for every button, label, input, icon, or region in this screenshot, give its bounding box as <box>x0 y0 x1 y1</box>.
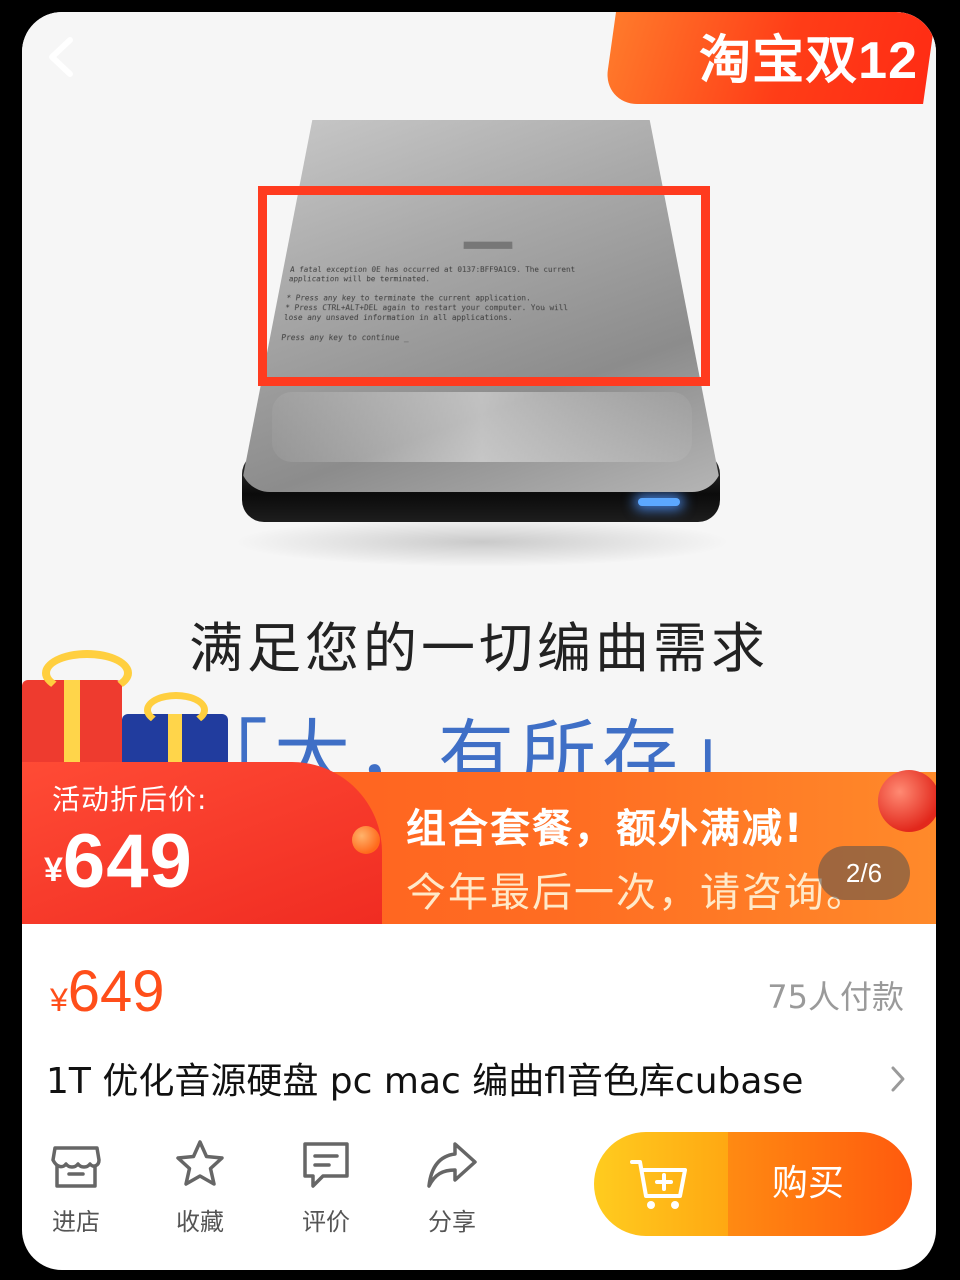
decor-orb <box>878 770 936 832</box>
image-slogan: 满足您的一切编曲需求 <box>189 617 769 680</box>
chevron-right-icon[interactable] <box>886 1062 910 1096</box>
product-price: ¥649 <box>50 958 165 1025</box>
share-label: 分享 <box>428 1208 476 1236</box>
drive-led <box>638 498 680 506</box>
highlight-box <box>258 186 710 386</box>
share-icon <box>427 1142 477 1188</box>
favorite-button[interactable]: 收藏 <box>152 1136 248 1246</box>
drive-shadow <box>232 517 732 567</box>
combo-offer-line-1: 组合套餐，额外满减! <box>406 806 805 852</box>
product-page: A fatal exception 0E has occurred at 013… <box>22 12 936 1270</box>
product-image-carousel[interactable]: A fatal exception 0E has occurred at 013… <box>22 12 936 924</box>
promo-banner-text: 淘宝双12 <box>699 32 918 90</box>
combo-offer-line-2: 今年最后一次，请咨询。 <box>406 870 868 916</box>
gallery-page-indicator: 2/6 <box>818 846 910 900</box>
gift-bow <box>42 650 132 696</box>
store-button[interactable]: 进店 <box>28 1136 124 1246</box>
sold-count: 75人付款 <box>767 978 904 1016</box>
comment-icon <box>303 1142 349 1188</box>
product-title[interactable]: 1T 优化音源硬盘 pc mac 编曲fl音色库cubase <box>46 1052 886 1106</box>
star-icon <box>176 1140 224 1186</box>
activity-price-label: 活动折后价: <box>52 783 208 816</box>
share-button[interactable]: 分享 <box>404 1136 500 1246</box>
add-to-cart-button[interactable] <box>594 1132 728 1236</box>
store-label: 进店 <box>52 1208 100 1236</box>
back-arrow-icon <box>49 37 73 77</box>
activity-price: ¥649 <box>44 818 193 905</box>
store-icon <box>51 1146 101 1188</box>
back-button[interactable] <box>38 32 88 82</box>
favorite-label: 收藏 <box>176 1208 224 1236</box>
title-fade <box>822 1052 888 1106</box>
buy-button[interactable]: 购买 <box>728 1132 912 1236</box>
review-label: 评价 <box>302 1208 350 1236</box>
decor-orb-small <box>352 826 380 854</box>
price-value: 649 <box>67 959 165 1024</box>
add-cart-icon <box>630 1160 687 1209</box>
activity-price-value: 649 <box>62 819 193 904</box>
review-button[interactable]: 评价 <box>278 1136 374 1246</box>
drive-shine <box>272 392 692 462</box>
price-currency: ¥ <box>50 982 68 1018</box>
activity-currency: ¥ <box>44 851 63 889</box>
